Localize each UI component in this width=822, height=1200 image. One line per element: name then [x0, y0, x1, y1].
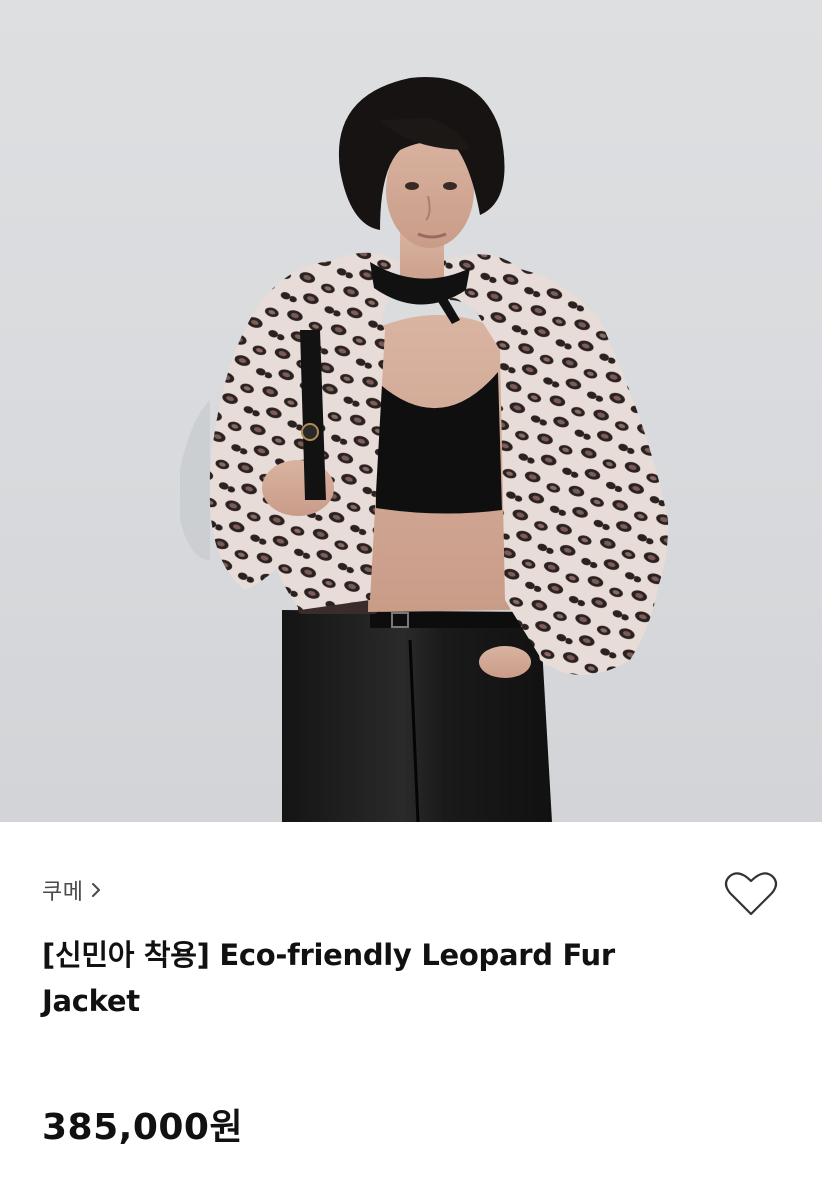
heart-outline-icon[interactable] — [724, 870, 778, 918]
brand-link[interactable]: 쿠메 — [42, 874, 103, 906]
product-title: [신민아 착용] Eco-friendly Leopard Fur Jacket — [42, 938, 615, 1018]
product-image[interactable] — [0, 0, 822, 822]
product-photo-illustration — [180, 77, 669, 822]
brand-name[interactable]: 쿠메 — [42, 874, 83, 906]
product-price: 385,000원 — [42, 1107, 244, 1148]
product-info-panel: 쿠메 [신민아 착용] Eco-friendly Leopard Fur Jac… — [0, 822, 822, 1200]
chevron-right-icon — [92, 883, 101, 897]
